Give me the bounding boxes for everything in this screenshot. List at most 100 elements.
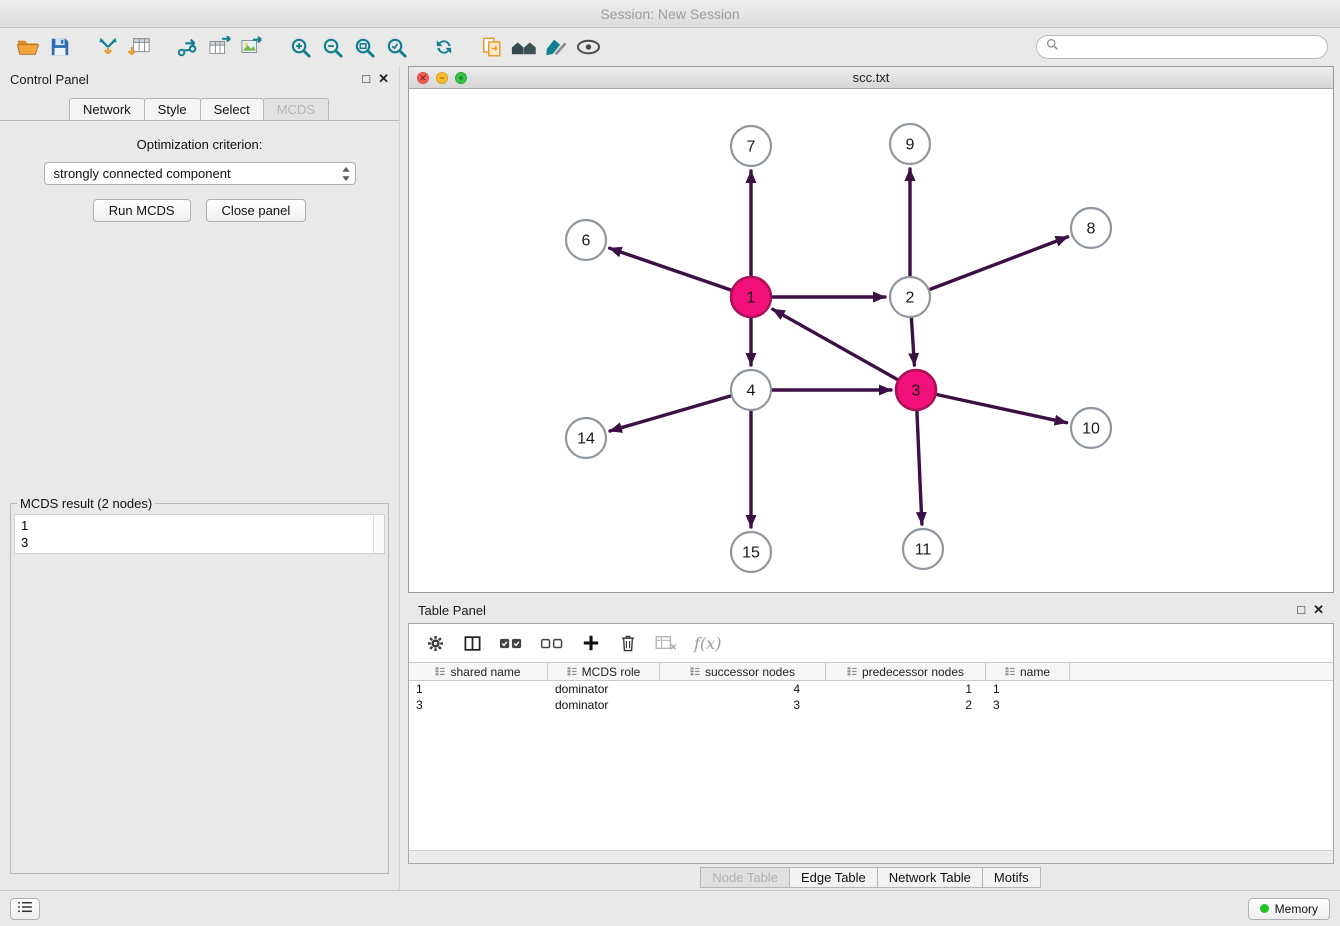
table-cell[interactable]: dominator <box>548 697 660 713</box>
control-panel-title: Control Panel <box>10 72 89 87</box>
table-cell[interactable]: 4 <box>660 681 826 697</box>
tab-network[interactable]: Network <box>69 98 145 121</box>
zoom-window-icon[interactable]: + <box>455 72 467 84</box>
tab-node-table[interactable]: Node Table <box>700 867 790 888</box>
network-window-title: scc.txt <box>853 70 890 85</box>
table-cell[interactable]: 2 <box>826 697 986 713</box>
table-cell[interactable]: dominator <box>548 681 660 697</box>
column-label: predecessor nodes <box>862 665 964 679</box>
table-cell[interactable]: 3 <box>409 697 548 713</box>
column-header-successor-nodes[interactable]: successor nodes <box>660 663 826 680</box>
column-label: name <box>1020 665 1050 679</box>
unselect-all-icon[interactable] <box>540 636 564 651</box>
open-session-icon[interactable] <box>12 32 44 62</box>
tab-style[interactable]: Style <box>144 98 201 121</box>
node-label-7: 7 <box>747 139 756 156</box>
close-table-panel-icon[interactable]: ✕ <box>1313 602 1324 618</box>
zoom-selected-icon[interactable] <box>380 32 412 62</box>
tab-motifs[interactable]: Motifs <box>982 867 1041 888</box>
tab-network-table[interactable]: Network Table <box>877 867 983 888</box>
column-sort-icon <box>435 665 445 679</box>
column-sort-icon <box>847 665 857 679</box>
add-column-icon[interactable] <box>581 634 601 652</box>
mcds-result-list[interactable]: 13 <box>14 514 385 554</box>
cytoscape-home-icon[interactable] <box>508 32 540 62</box>
save-session-icon[interactable] <box>44 32 76 62</box>
column-sort-icon <box>1005 665 1015 679</box>
table-cell[interactable]: 1 <box>826 681 986 697</box>
window-titlebar[interactable]: Session: New Session <box>0 0 1340 28</box>
edge-3-11[interactable] <box>917 411 922 524</box>
control-panel-tabs: NetworkStyleSelectMCDS <box>0 92 399 121</box>
copy-view-icon[interactable] <box>476 32 508 62</box>
table-row[interactable]: 1dominator411 <box>409 681 1333 697</box>
tab-edge-table[interactable]: Edge Table <box>789 867 878 888</box>
table-row[interactable]: 3dominator323 <box>409 697 1333 713</box>
close-panel-icon[interactable]: ✕ <box>378 71 389 87</box>
network-window-titlebar[interactable]: ✕−+ scc.txt <box>409 67 1333 89</box>
node-label-1: 1 <box>747 290 756 307</box>
apply-layout-icon[interactable] <box>428 32 460 62</box>
search-field[interactable] <box>1036 35 1328 59</box>
column-sort-icon <box>567 665 577 679</box>
edge-3-10[interactable] <box>937 395 1067 423</box>
network-window: ✕−+ scc.txt 7968124314101511 <box>408 66 1334 593</box>
table-cell[interactable]: 3 <box>986 697 1070 713</box>
table-cell[interactable]: 1 <box>986 681 1070 697</box>
run-mcds-button[interactable]: Run MCDS <box>93 199 191 222</box>
column-header-mcds-role[interactable]: MCDS role <box>548 663 660 680</box>
export-network-icon[interactable] <box>172 32 204 62</box>
export-table-icon[interactable] <box>204 32 236 62</box>
table-body: 1dominator4113dominator323 <box>409 681 1333 713</box>
column-label: shared name <box>450 665 520 679</box>
close-panel-button[interactable]: Close panel <box>206 199 307 222</box>
search-icon <box>1046 38 1059 56</box>
memory-button[interactable]: Memory <box>1248 898 1330 920</box>
table-cell[interactable]: 3 <box>660 697 826 713</box>
minimize-window-icon[interactable]: − <box>436 72 448 84</box>
import-table-icon[interactable] <box>124 32 156 62</box>
network-graph-svg: 7968124314101511 <box>409 89 1333 592</box>
zoom-in-icon[interactable] <box>284 32 316 62</box>
task-list-icon <box>17 901 33 916</box>
edge-2-8[interactable] <box>930 237 1068 290</box>
delete-column-icon[interactable] <box>618 634 638 652</box>
edge-4-14[interactable] <box>610 396 731 431</box>
column-sort-icon <box>690 665 700 679</box>
edge-1-6[interactable] <box>610 248 732 290</box>
import-network-icon[interactable] <box>92 32 124 62</box>
table-cell[interactable]: 1 <box>409 681 548 697</box>
float-panel-icon[interactable]: □ <box>362 71 370 87</box>
table-panel-title: Table Panel <box>418 603 486 618</box>
node-label-2: 2 <box>906 290 915 307</box>
column-header-predecessor-nodes[interactable]: predecessor nodes <box>826 663 986 680</box>
table-settings-icon[interactable] <box>425 634 445 653</box>
column-header-name[interactable]: name <box>986 663 1070 680</box>
table-horizontal-scrollbar[interactable] <box>409 850 1333 863</box>
column-header-shared-name[interactable]: shared name <box>409 663 548 680</box>
criterion-select[interactable]: strongly connected component <box>44 162 356 185</box>
table-tabs: Node TableEdge TableNetwork TableMotifs <box>408 864 1334 890</box>
annotation-icon[interactable] <box>540 32 572 62</box>
main-area: Control Panel □ ✕ NetworkStyleSelectMCDS… <box>0 66 1340 890</box>
task-history-button[interactable] <box>10 898 40 920</box>
tab-select[interactable]: Select <box>200 98 264 121</box>
close-window-icon[interactable]: ✕ <box>417 72 429 84</box>
optimization-criterion-label: Optimization criterion: <box>0 137 399 152</box>
export-image-icon[interactable] <box>236 32 268 62</box>
select-all-icon[interactable] <box>499 636 523 651</box>
zoom-out-icon[interactable] <box>316 32 348 62</box>
zoom-fit-icon[interactable] <box>348 32 380 62</box>
show-columns-icon[interactable] <box>462 634 482 653</box>
node-label-15: 15 <box>742 545 760 562</box>
float-table-panel-icon[interactable]: □ <box>1297 602 1305 618</box>
result-scrollbar[interactable] <box>373 515 384 553</box>
show-hide-icon[interactable] <box>572 32 604 62</box>
search-input[interactable] <box>1064 40 1318 55</box>
edge-2-3[interactable] <box>911 318 914 365</box>
network-canvas[interactable]: 7968124314101511 <box>409 89 1333 592</box>
column-label: MCDS role <box>582 665 641 679</box>
edge-3-1[interactable] <box>773 309 898 379</box>
tab-mcds[interactable]: MCDS <box>263 98 329 121</box>
main-toolbar <box>0 28 1340 66</box>
